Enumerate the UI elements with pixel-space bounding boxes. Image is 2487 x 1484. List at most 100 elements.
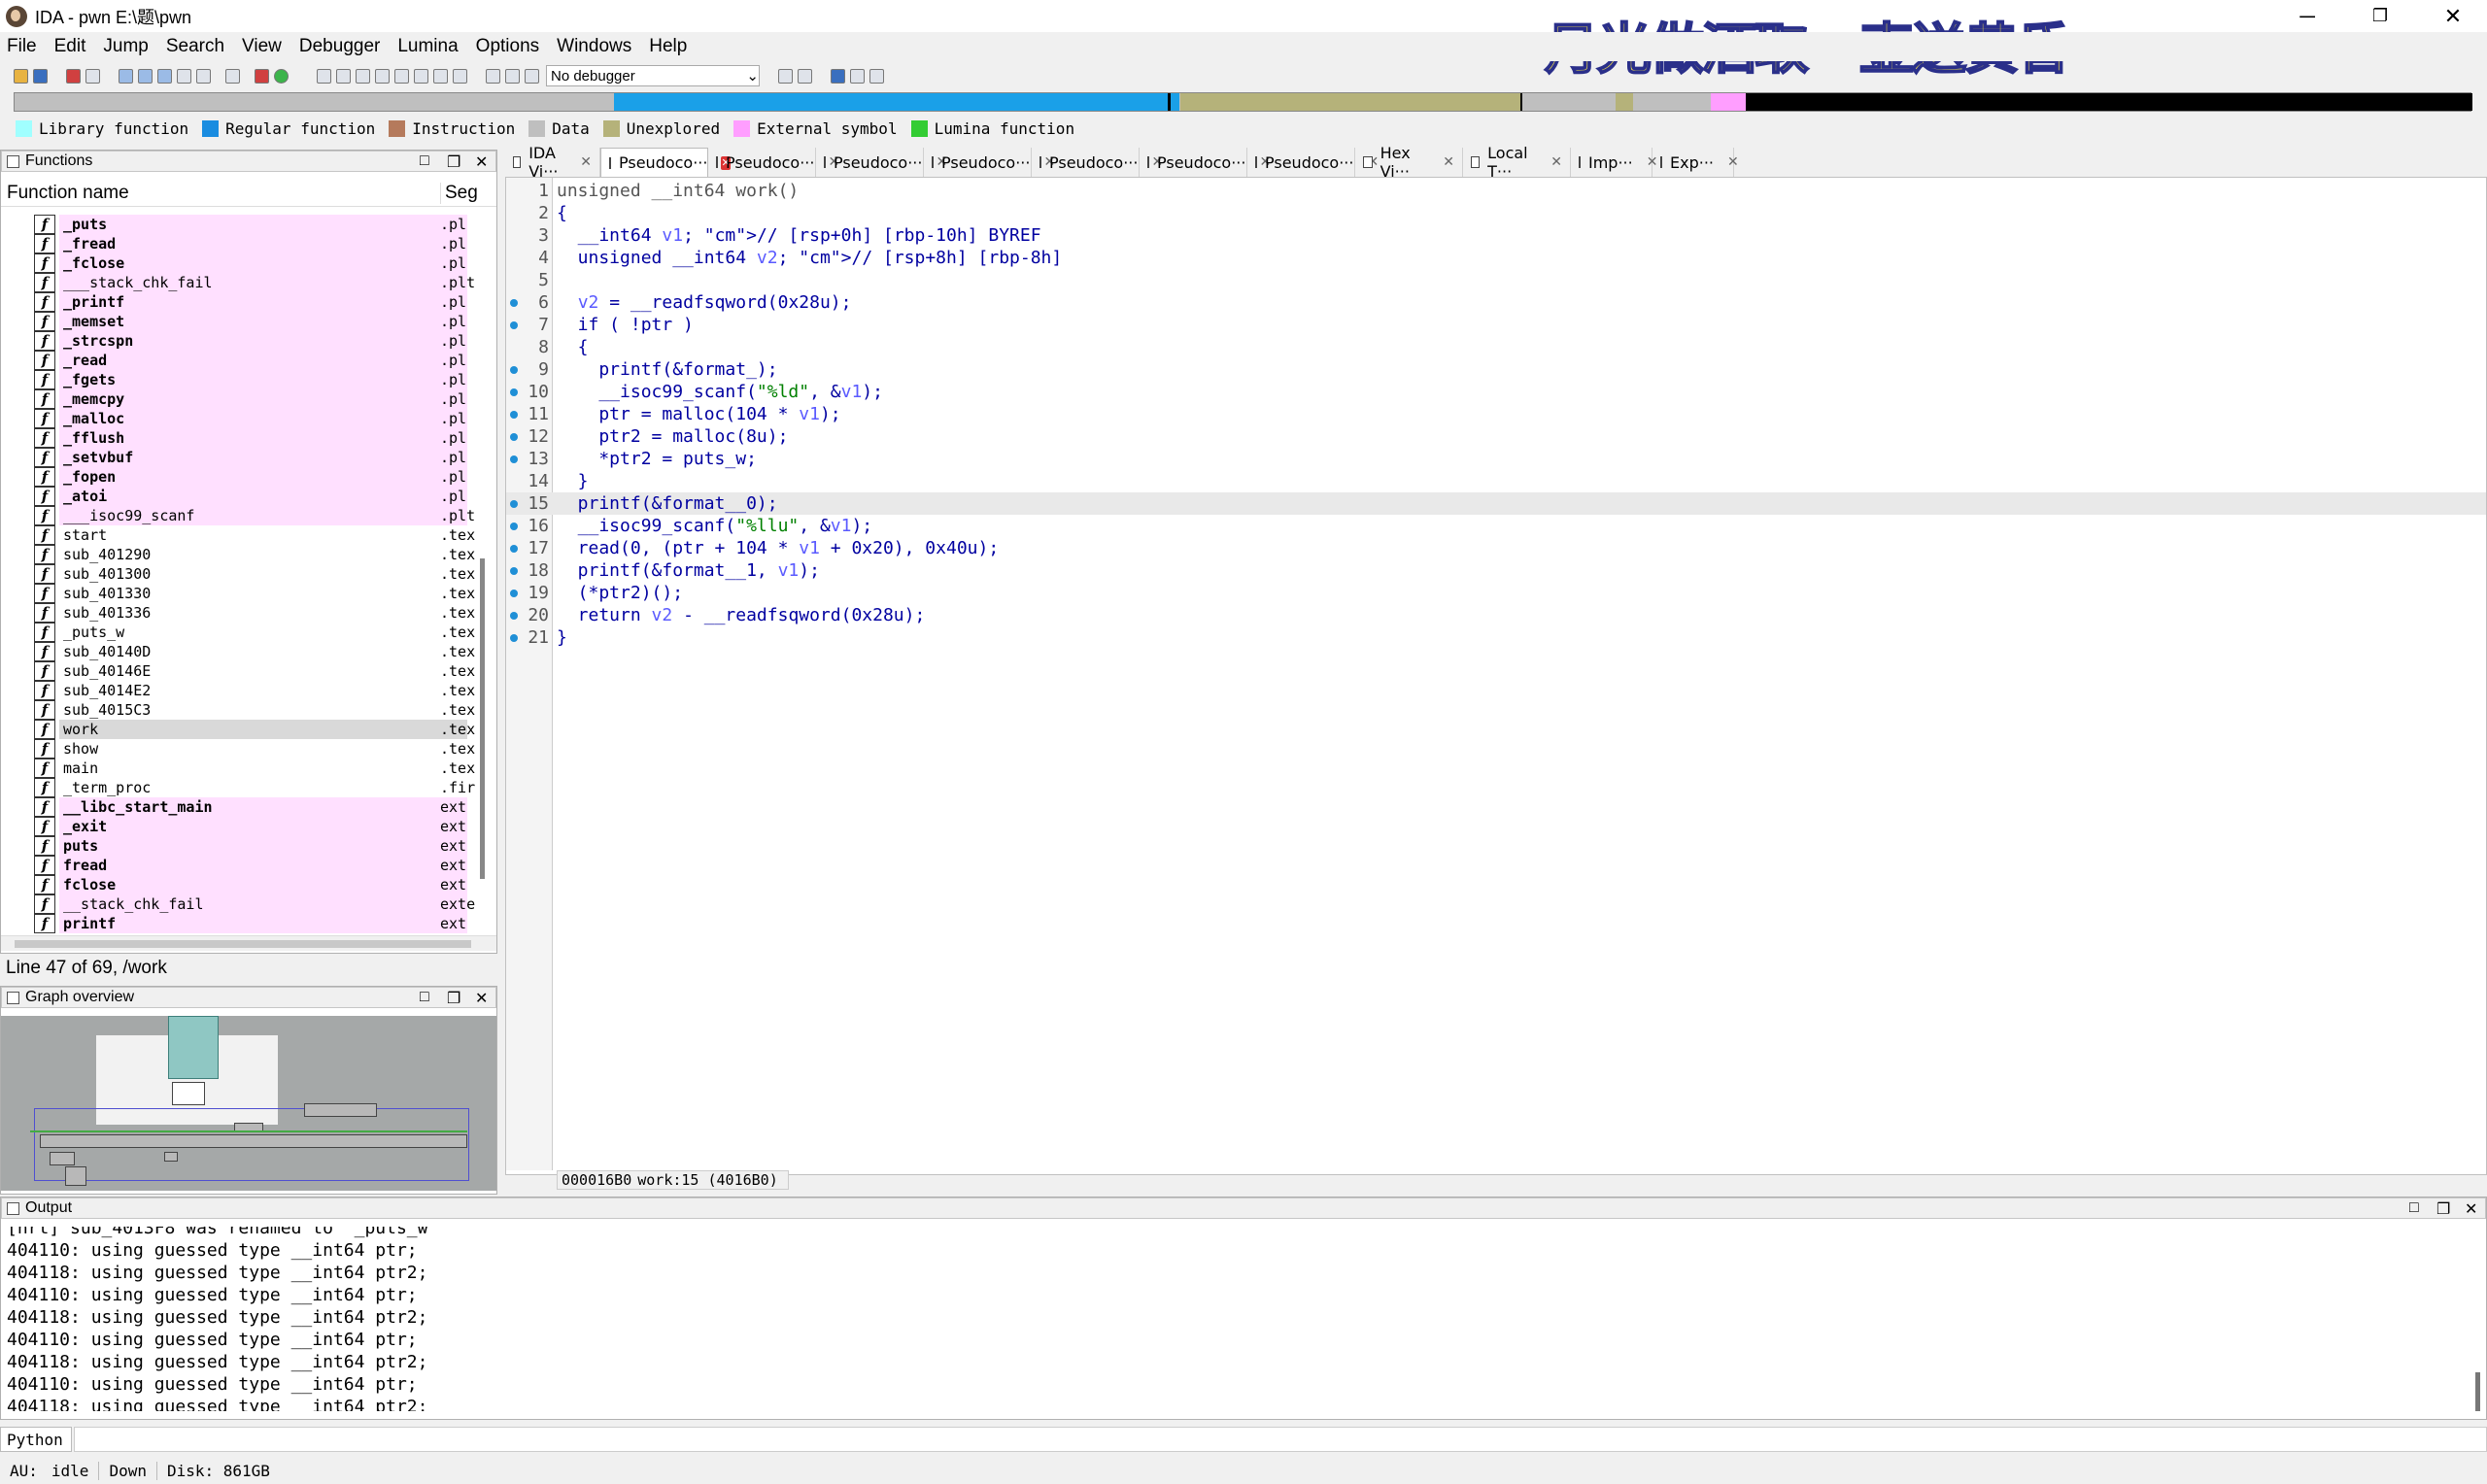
tab-pseudoco[interactable]: Pseudoco··· ✕ <box>924 148 1055 177</box>
tab-imp[interactable]: Imp··· ✕ <box>1571 148 1657 177</box>
function-row[interactable]: f sub_4014E2 .tex <box>1 681 477 700</box>
tab-pseudoco[interactable]: Pseudoco··· ✕ <box>600 148 731 177</box>
down-arrow-icon[interactable] <box>196 68 211 84</box>
function-row[interactable]: f puts ext <box>1 836 477 856</box>
menu-view[interactable]: View <box>233 36 290 57</box>
function-row[interactable]: f ___stack_chk_fail .plt <box>1 273 477 292</box>
close-icon[interactable]: ✕ <box>1443 154 1454 170</box>
tab-pseudoco[interactable]: Pseudoco··· ✕ <box>816 148 947 177</box>
panel-close-icon[interactable]: ✕ <box>475 152 488 172</box>
breakpoint-dot-icon[interactable] <box>510 567 518 575</box>
tab-idavi[interactable]: IDA Vi··· ✕ <box>505 144 600 181</box>
panel-float-icon[interactable]: ❐ <box>2436 1199 2450 1219</box>
function-row[interactable]: f work .tex <box>1 720 477 739</box>
code-line[interactable]: 16 __isoc99_scanf("%llu", &v1); <box>506 515 2486 537</box>
function-row[interactable]: f _exit ext <box>1 817 477 836</box>
function-row[interactable]: f _memset .pl <box>1 312 477 331</box>
function-row[interactable]: f sub_401336 .tex <box>1 603 477 623</box>
function-row[interactable]: f sub_40146E .tex <box>1 661 477 681</box>
function-row[interactable]: f _printf .pl <box>1 292 477 312</box>
stop-icon[interactable] <box>525 68 539 84</box>
function-row[interactable]: f ___isoc99_scanf .plt <box>1 506 477 525</box>
functions-hscrollbar[interactable] <box>1 935 496 951</box>
function-row[interactable]: f _read .pl <box>1 351 477 370</box>
layout-icon[interactable] <box>831 68 845 84</box>
list-alt-icon[interactable] <box>869 68 884 84</box>
code-line[interactable]: 8 { <box>506 336 2486 358</box>
list-icon[interactable] <box>850 68 865 84</box>
save-icon[interactable] <box>33 68 48 84</box>
menu-options[interactable]: Options <box>467 36 548 57</box>
function-row[interactable]: f _malloc .pl <box>1 409 477 428</box>
code-line[interactable]: 14 } <box>506 470 2486 492</box>
breakpoint-dot-icon[interactable] <box>510 433 518 441</box>
code-line[interactable]: 5 <box>506 269 2486 291</box>
python-language-button[interactable]: Python <box>0 1427 72 1452</box>
code-line[interactable]: 18 printf(&format__1, v1); <box>506 559 2486 582</box>
string-icon[interactable] <box>356 68 370 84</box>
panel-float-icon[interactable]: ❐ <box>447 152 460 172</box>
code-line[interactable]: 2{ <box>506 202 2486 224</box>
function-row[interactable]: f sub_401300 .tex <box>1 564 477 584</box>
breakpoint-dot-icon[interactable] <box>510 299 518 307</box>
column-segment[interactable]: Seg <box>440 182 478 204</box>
pause-icon[interactable] <box>505 68 520 84</box>
panel-maximize-icon[interactable]: □ <box>420 989 429 1006</box>
text-icon[interactable] <box>225 68 240 84</box>
menu-help[interactable]: Help <box>640 36 696 57</box>
python-input[interactable] <box>74 1427 2487 1452</box>
function-row[interactable]: f _memcpy .pl <box>1 389 477 409</box>
graph-overview-canvas[interactable] <box>1 1016 496 1191</box>
code-line[interactable]: 12 ptr2 = malloc(8u); <box>506 425 2486 448</box>
breakpoint-dot-icon[interactable] <box>510 366 518 374</box>
tab-hexvi[interactable]: Hex Vi··· ✕ <box>1355 144 1463 181</box>
function-row[interactable]: f _setvbuf .pl <box>1 448 477 467</box>
breakpoint-dot-icon[interactable] <box>510 411 518 419</box>
function-row[interactable]: f sub_4015C3 .tex <box>1 700 477 720</box>
data-icon[interactable] <box>336 68 351 84</box>
code-line[interactable]: 1 unsigned __int64 work() <box>506 180 2486 202</box>
column-function-name[interactable]: Function name <box>7 183 129 204</box>
function-row[interactable]: f show .tex <box>1 739 477 759</box>
tab-pseudoco[interactable]: Pseudoco··· ✕ <box>708 148 839 177</box>
menu-jump[interactable]: Jump <box>94 36 156 57</box>
menu-windows[interactable]: Windows <box>548 36 640 57</box>
menu-edit[interactable]: Edit <box>46 36 95 57</box>
panel-close-icon[interactable]: ✕ <box>2465 1199 2477 1219</box>
code-line[interactable]: 20 return v2 - __readfsqword(0x28u); <box>506 604 2486 626</box>
function-row[interactable]: f _term_proc .fir <box>1 778 477 797</box>
code-line[interactable]: 6 v2 = __readfsqword(0x28u); <box>506 291 2486 314</box>
function-row[interactable]: f main .tex <box>1 759 477 778</box>
panel-close-icon[interactable]: ✕ <box>475 989 488 1008</box>
code-line[interactable]: 17 read(0, (ptr + 104 * v1 + 0x20), 0x40… <box>506 537 2486 559</box>
open-icon[interactable] <box>14 68 28 84</box>
code-line[interactable]: 3 __int64 v1; "cm">// [rsp+0h] [rbp-10h]… <box>506 224 2486 247</box>
close-icon[interactable]: ✕ <box>1550 154 1562 170</box>
function-row[interactable]: f _fread .pl <box>1 234 477 253</box>
function-row[interactable]: f _strcspn .pl <box>1 331 477 351</box>
panel-maximize-icon[interactable]: □ <box>2409 1199 2419 1217</box>
panel-maximize-icon[interactable]: □ <box>420 152 429 170</box>
tab-localt[interactable]: Local T··· ✕ <box>1463 144 1571 181</box>
code-line[interactable]: 4 unsigned __int64 v2; "cm">// [rsp+8h] … <box>506 247 2486 269</box>
jump-back-icon[interactable] <box>66 68 81 84</box>
debug-options-icon[interactable] <box>778 68 793 84</box>
binoculars-icon[interactable] <box>119 68 133 84</box>
function-row[interactable]: f _puts_w .tex <box>1 623 477 642</box>
function-row[interactable]: f _fopen .pl <box>1 467 477 487</box>
function-row[interactable]: f fclose ext <box>1 875 477 894</box>
jump-forward-icon[interactable] <box>85 68 100 84</box>
function-row[interactable]: f start .tex <box>1 525 477 545</box>
code-line[interactable]: 13 *ptr2 = puts_w; <box>506 448 2486 470</box>
lumina-icon[interactable] <box>274 68 289 84</box>
breakpoint-dot-icon[interactable] <box>510 388 518 396</box>
function-row[interactable]: f sub_40140D .tex <box>1 642 477 661</box>
menu-debugger[interactable]: Debugger <box>290 36 389 57</box>
code-line[interactable]: 19 (*ptr2)(); <box>506 582 2486 604</box>
function-row[interactable]: f fread ext <box>1 856 477 875</box>
menu-file[interactable]: File <box>0 36 46 57</box>
function-row[interactable]: f __libc_start_main ext <box>1 797 477 817</box>
minimize-button[interactable]: ─ <box>2273 0 2341 32</box>
breakpoint-dot-icon[interactable] <box>510 545 518 553</box>
function-row[interactable]: f _fclose .pl <box>1 253 477 273</box>
